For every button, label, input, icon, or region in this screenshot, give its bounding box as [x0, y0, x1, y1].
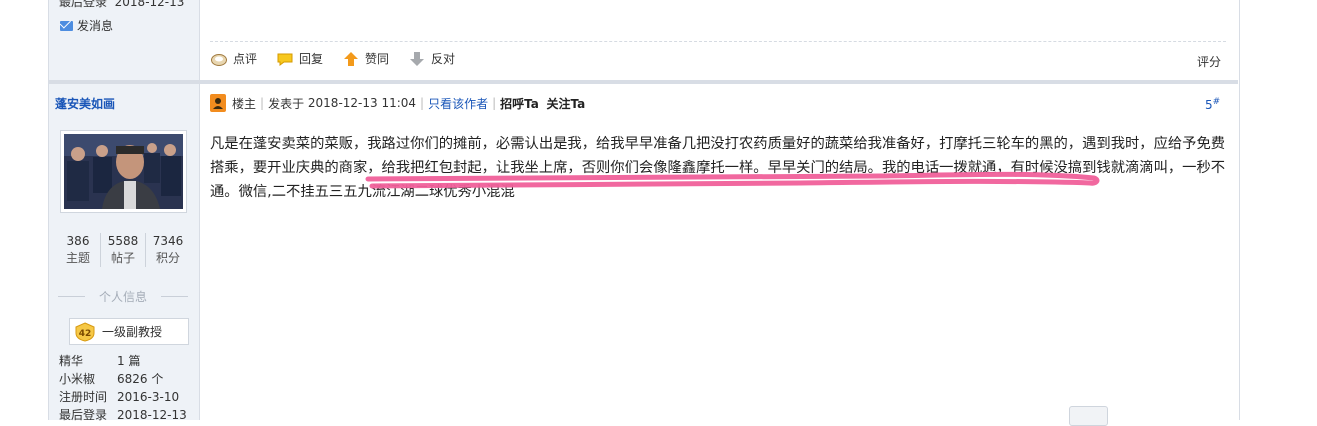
only-author-link[interactable]: 只看该作者 [428, 95, 488, 112]
rate-button[interactable]: 评分 [1197, 53, 1221, 70]
info-row-register: 注册时间 2016-3-10 [59, 390, 180, 404]
post-header: 楼主 | 发表于 2018-12-13 11:04 | 只看该作者 | 招呼Ta… [210, 94, 585, 112]
post-content: 凡是在蓬安卖菜的菜贩，我路过你们的摊前，必需认出是我，给我早早准备几把没打农药质… [210, 136, 1226, 200]
comment-icon [211, 53, 227, 66]
floor-number[interactable]: 5# [1205, 97, 1220, 112]
author-info-list: 精华 1 篇 小米椒 6826 个 注册时间 2016-3-10 最后登录 2018-1… [59, 352, 187, 424]
support-button[interactable]: 赞同 [342, 50, 389, 67]
rank-badge[interactable]: 42 一级副教授 [69, 318, 189, 345]
info-row-pepper: 小米椒 6826 个 [59, 372, 164, 386]
posted-time: 2018-12-13 11:04 [307, 96, 417, 110]
info-row-last-login: 最后登录 2018-12-13 [59, 408, 187, 422]
personal-info-heading: 个人信息 [56, 288, 190, 305]
more-button[interactable] [1069, 406, 1108, 426]
stat-threads[interactable]: 386 主题 [56, 233, 101, 267]
posted-prefix: 发表于 [268, 96, 305, 111]
oppose-button[interactable]: 反对 [408, 50, 455, 67]
rank-level-icon: 42 [75, 321, 95, 342]
comment-button[interactable]: 点评 [210, 50, 257, 67]
thumbs-up-arrow-icon [344, 51, 359, 66]
author-stats: 386 主题 5588 帖子 7346 积分 [56, 233, 190, 267]
thread-starter-label: 楼主 [232, 96, 257, 111]
prev-last-login: 最后登录 2018-12-13 [59, 0, 185, 9]
stat-posts[interactable]: 5588 帖子 [101, 233, 146, 267]
follow-link[interactable]: 关注Ta [547, 95, 586, 112]
reply-button[interactable]: 回复 [276, 50, 323, 67]
post-actions: 点评 回复 赞同 反对 [210, 50, 474, 67]
thread-starter-icon [210, 94, 226, 112]
stat-points[interactable]: 7346 积分 [146, 233, 190, 267]
avatar-photo [64, 134, 183, 209]
greet-link[interactable]: 招呼Ta [500, 95, 539, 112]
divider [210, 41, 1226, 42]
svg-text:42: 42 [79, 329, 92, 339]
envelope-icon [60, 20, 73, 31]
send-message-link[interactable]: 发消息 [60, 17, 113, 34]
thumbs-down-arrow-icon [410, 51, 425, 66]
author-name[interactable]: 蓬安美如画 [55, 95, 115, 112]
avatar[interactable] [60, 130, 187, 213]
info-row-digest: 精华 1 篇 [59, 354, 141, 368]
reply-icon [277, 53, 293, 66]
post-separator [48, 80, 1238, 84]
